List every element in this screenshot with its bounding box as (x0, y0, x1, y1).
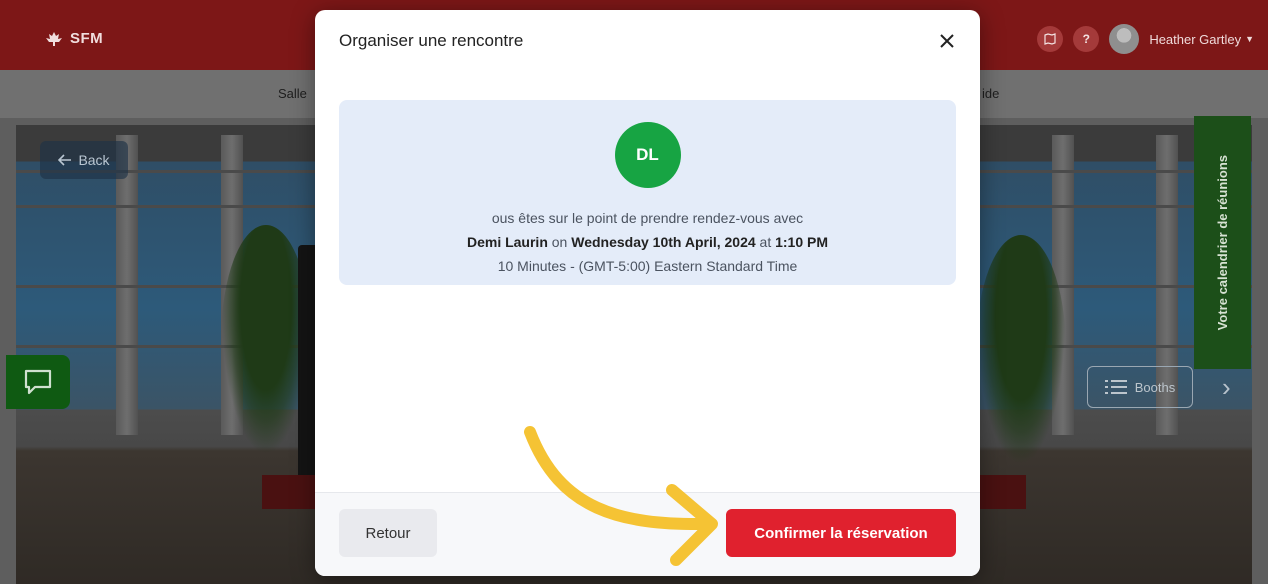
on-text: on (551, 234, 568, 250)
chat-button[interactable] (6, 355, 70, 409)
meeting-date: Wednesday 10th April, 2024 (571, 234, 756, 250)
user-avatar[interactable] (1109, 24, 1140, 54)
host-name: Demi Laurin (466, 234, 548, 250)
modal-footer: Retour Confirmer la réservation (315, 492, 980, 576)
meeting-duration-timezone: 10 Minutes - (GMT-5:00) Eastern Standard… (497, 258, 798, 274)
user-name[interactable]: Heather Gartley (1149, 32, 1241, 47)
back-button[interactable]: Back (40, 141, 128, 179)
host-avatar: DL (614, 122, 681, 188)
nav-item-salle[interactable]: Salle (278, 86, 307, 101)
arrow-left-icon (58, 154, 72, 166)
map-icon[interactable] (1037, 26, 1064, 52)
at-text: at (759, 234, 772, 250)
booths-label: Booths (1134, 379, 1176, 395)
back-button-label: Back (78, 152, 110, 168)
meeting-summary-card: DL ous êtes sur le point de prendre rend… (339, 100, 956, 285)
close-button[interactable] (936, 30, 958, 52)
chevron-down-icon[interactable]: ▼ (1245, 34, 1254, 44)
help-button[interactable]: ? (1073, 26, 1100, 52)
top-right-controls: ? Heather Gartley ▼ (1037, 24, 1254, 54)
app-logo[interactable]: SFM (44, 30, 103, 47)
close-icon (940, 34, 954, 48)
list-icon (1104, 380, 1127, 394)
logo-text: SFM (70, 30, 104, 47)
plant-decoration (976, 235, 1066, 465)
maple-leaf-icon (46, 31, 62, 46)
booth-base (976, 475, 1026, 509)
chevron-right-icon[interactable]: › (1222, 372, 1231, 403)
chat-icon (24, 369, 52, 395)
schedule-meeting-modal: Organiser une rencontre DL ous êtes sur … (315, 10, 980, 576)
back-retour-button[interactable]: Retour (339, 509, 437, 557)
nav-item-aide[interactable]: ide (982, 86, 999, 101)
meeting-time: 1:10 PM (775, 234, 829, 250)
modal-title: Organiser une rencontre (339, 31, 524, 50)
meeting-intro-text: ous êtes sur le point de prendre rendez-… (491, 210, 804, 226)
meeting-calendar-tab[interactable]: Votre calendrier de réunions (1194, 116, 1251, 369)
confirm-booking-button[interactable]: Confirmer la réservation (726, 509, 956, 557)
meeting-details-line: Demi Laurin on Wednesday 10th April, 202… (339, 234, 956, 250)
calendar-tab-label: Votre calendrier de réunions (1215, 154, 1230, 331)
booths-button[interactable]: Booths (1087, 366, 1193, 408)
